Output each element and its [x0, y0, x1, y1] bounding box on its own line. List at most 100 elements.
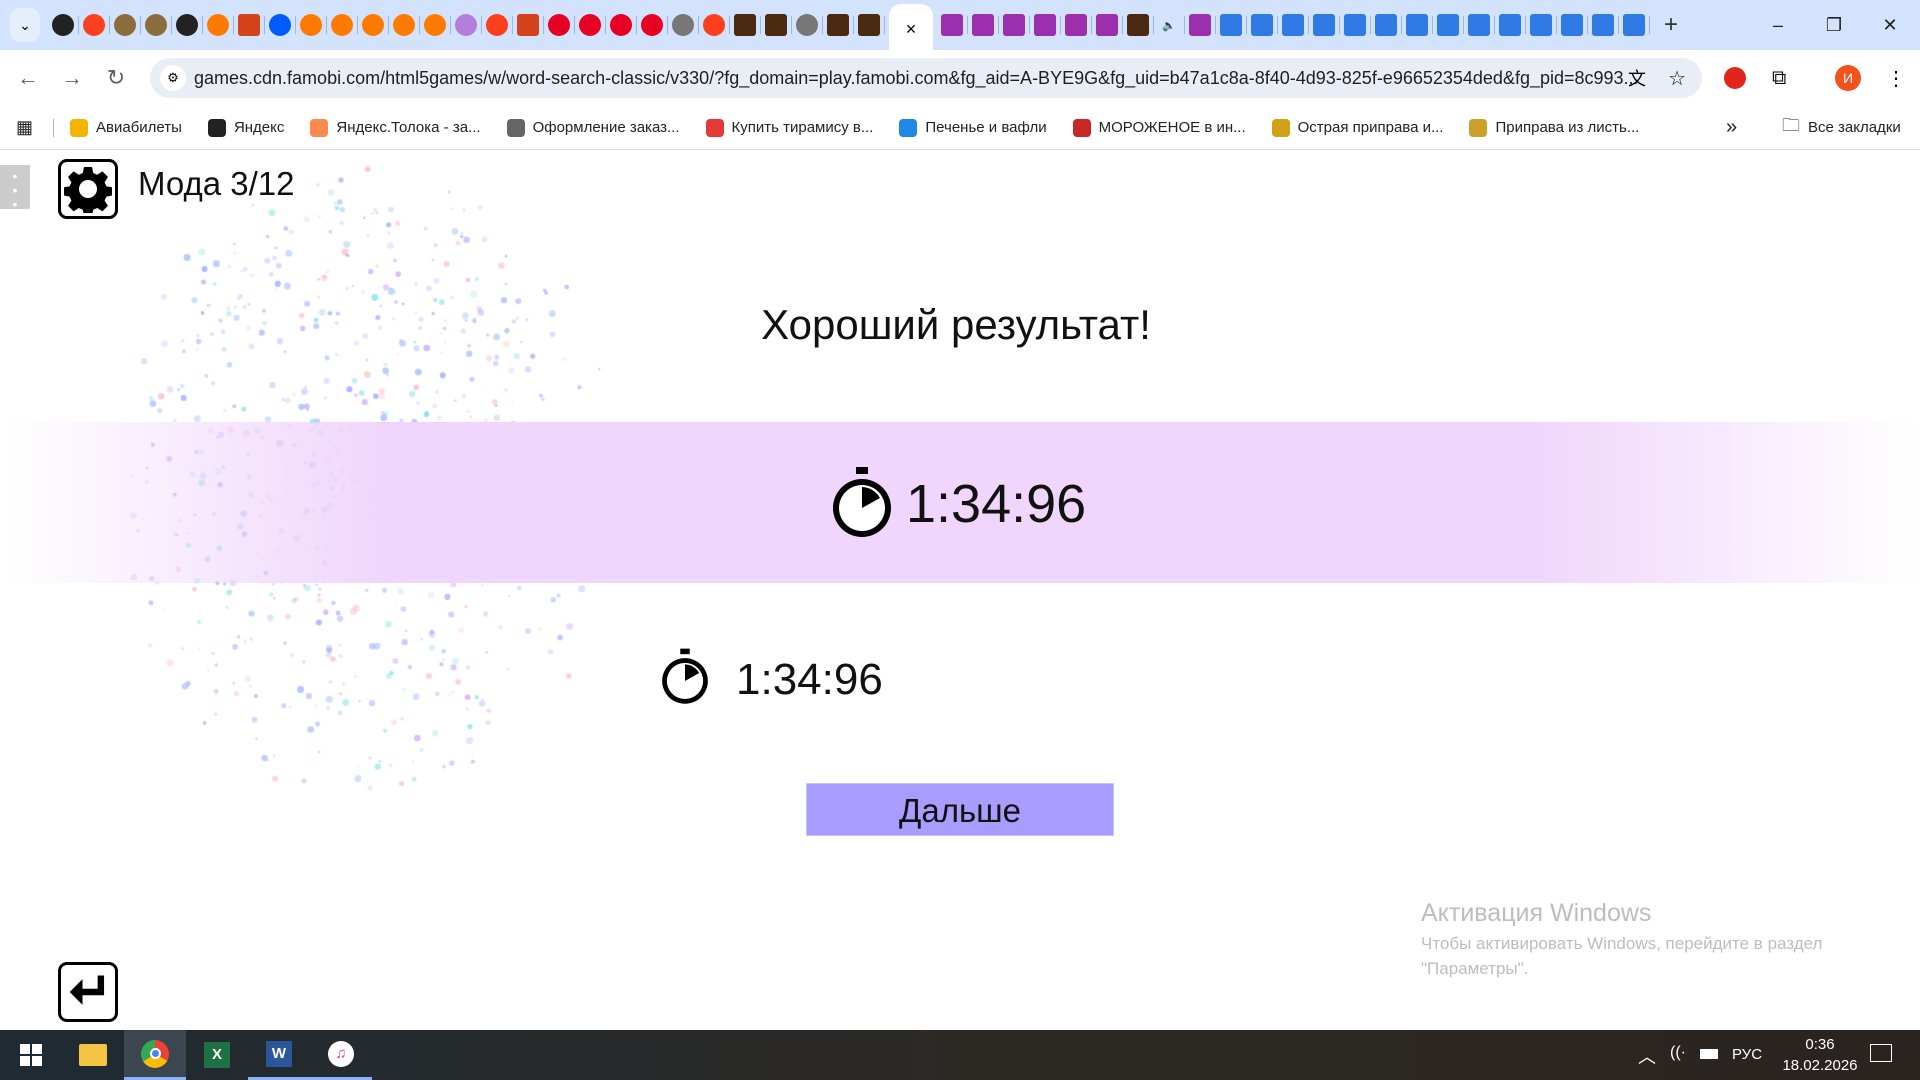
tab-warrior-icon[interactable] — [238, 14, 260, 36]
tab-warrior-icon[interactable] — [517, 14, 539, 36]
excel-app[interactable]: X — [186, 1030, 248, 1080]
tab-globe-icon[interactable] — [672, 14, 694, 36]
tab-game-icon[interactable] — [972, 14, 994, 36]
tab-pinterest-icon[interactable] — [641, 14, 663, 36]
tab-game-badge-icon[interactable] — [1127, 14, 1149, 36]
active-tab[interactable]: × — [889, 4, 933, 54]
tab-game-badge-icon[interactable] — [765, 14, 787, 36]
all-bookmarks-folder[interactable]: 🗀 Все закладки — [1782, 113, 1901, 143]
tab-blue-icon[interactable] — [1437, 14, 1459, 36]
reload-button[interactable]: ↻ — [94, 65, 138, 91]
file-explorer-app[interactable] — [62, 1030, 124, 1080]
tab-game-icon[interactable] — [1034, 14, 1056, 36]
tab-yandex-icon[interactable] — [703, 14, 725, 36]
bookmark-item[interactable]: Яндекс.Толока - за... — [310, 118, 481, 137]
tab-blue-icon[interactable] — [1344, 14, 1366, 36]
restore-button[interactable]: ❐ — [1806, 0, 1862, 50]
side-menu-handle[interactable]: • • • — [0, 165, 30, 211]
more-bookmarks-button[interactable]: » — [1726, 116, 1737, 139]
translate-icon[interactable]: 文 — [1628, 65, 1646, 91]
tab-blue-icon[interactable] — [1282, 14, 1304, 36]
tab-game-icon[interactable] — [1065, 14, 1087, 36]
tab-market-icon[interactable] — [331, 14, 353, 36]
battery-icon[interactable] — [1700, 1049, 1718, 1059]
extensions-icon[interactable]: ⧉ — [1772, 67, 1786, 90]
tab-game-badge-icon[interactable] — [734, 14, 756, 36]
tab-market-icon[interactable] — [207, 14, 229, 36]
clock[interactable]: 0:36 18.02.2026 — [1772, 1034, 1868, 1076]
profile-avatar[interactable]: И — [1835, 65, 1861, 91]
tab-game-badge-icon[interactable] — [858, 14, 880, 36]
tab-yandex-star-icon[interactable] — [52, 14, 74, 36]
tab-separator — [853, 16, 854, 34]
tab-pinterest-icon[interactable] — [610, 14, 632, 36]
bookmark-item[interactable]: Авиабилеты — [70, 118, 182, 137]
address-bar[interactable]: ⚙ games.cdn.famobi.com/html5games/w/word… — [150, 58, 1702, 98]
bookmark-item[interactable]: Печенье и вафли — [899, 118, 1047, 137]
tab-game-icon[interactable] — [1189, 14, 1211, 36]
minimize-button[interactable]: – — [1750, 0, 1806, 50]
url-text[interactable]: games.cdn.famobi.com/html5games/w/word-s… — [194, 68, 1644, 89]
site-info-icon[interactable]: ⚙ — [160, 65, 186, 91]
close-window-button[interactable]: ✕ — [1862, 0, 1918, 50]
tab-game-badge-icon[interactable] — [827, 14, 849, 36]
tab-blue-icon[interactable] — [1530, 14, 1552, 36]
tab-globe-icon[interactable] — [796, 14, 818, 36]
tab-yandex-icon[interactable] — [83, 14, 105, 36]
bookmark-item[interactable]: Яндекс — [207, 118, 284, 137]
bookmark-item[interactable]: МОРОЖЕНОЕ в ин... — [1072, 118, 1246, 137]
bookmark-item[interactable]: Приправа из листь... — [1469, 118, 1639, 137]
tab-market-icon[interactable] — [362, 14, 384, 36]
menu-icon[interactable]: ⋮ — [1886, 66, 1906, 91]
start-button[interactable] — [0, 1030, 62, 1080]
tab-blue-icon[interactable] — [1313, 14, 1335, 36]
tab-game-icon[interactable] — [1096, 14, 1118, 36]
tab-cauldron-icon[interactable] — [145, 14, 167, 36]
bookmark-item[interactable]: Купить тирамису в... — [705, 118, 873, 137]
tab-yandex-star-icon[interactable] — [176, 14, 198, 36]
back-button[interactable]: ← — [6, 65, 50, 91]
back-button-game[interactable] — [58, 962, 118, 1022]
word-app[interactable]: W — [248, 1030, 310, 1080]
stopwatch-icon — [833, 467, 891, 537]
tab-search-icon[interactable] — [455, 14, 477, 36]
adblock-icon[interactable] — [1724, 67, 1746, 89]
bookmark-star-icon[interactable]: ☆ — [1668, 66, 1686, 91]
bookmark-item[interactable]: Оформление заказ... — [506, 118, 680, 137]
tab-blue-icon[interactable] — [1592, 14, 1614, 36]
tab-blue-icon[interactable] — [1375, 14, 1397, 36]
tab-pinterest-icon[interactable] — [579, 14, 601, 36]
network-icon[interactable]: ((· — [1670, 1044, 1686, 1062]
tab-game-icon[interactable] — [941, 14, 963, 36]
new-tab-button[interactable]: + — [1664, 11, 1678, 39]
language-indicator[interactable]: РУС — [1732, 1046, 1762, 1063]
bookmark-item[interactable]: Острая приправа и... — [1271, 118, 1443, 137]
tab-speaker-icon[interactable]: 🔈 — [1158, 14, 1180, 36]
tab-market-icon[interactable] — [300, 14, 322, 36]
itunes-app[interactable]: ♫ — [310, 1030, 372, 1080]
forward-button[interactable]: → — [50, 65, 94, 91]
tab-blue-icon[interactable] — [1468, 14, 1490, 36]
tab-yandex-icon[interactable] — [486, 14, 508, 36]
tab-blue-icon[interactable] — [1499, 14, 1521, 36]
tab-market-icon[interactable] — [424, 14, 446, 36]
notifications-icon[interactable] — [1870, 1044, 1892, 1062]
next-button[interactable]: Дальше — [806, 783, 1114, 836]
settings-button[interactable] — [58, 159, 118, 219]
tab-blue-icon[interactable] — [1406, 14, 1428, 36]
tab-blue-icon[interactable] — [1561, 14, 1583, 36]
tab-search-button[interactable]: ⌄ — [10, 8, 40, 42]
chrome-app[interactable] — [124, 1030, 186, 1080]
tab-pinterest-icon[interactable] — [548, 14, 570, 36]
tab-cauldron-icon[interactable] — [114, 14, 136, 36]
tab-blue-icon[interactable] — [1623, 14, 1645, 36]
apps-icon[interactable]: ▦ — [16, 117, 33, 138]
tab-separator — [1339, 16, 1340, 34]
tab-ozon-icon[interactable] — [269, 14, 291, 36]
tab-blue-icon[interactable] — [1251, 14, 1273, 36]
tab-game-icon[interactable] — [1003, 14, 1025, 36]
close-tab-icon[interactable]: × — [906, 19, 917, 40]
show-hidden-icons[interactable]: ︿ — [1638, 1043, 1656, 1069]
tab-market-icon[interactable] — [393, 14, 415, 36]
tab-blue-icon[interactable] — [1220, 14, 1242, 36]
